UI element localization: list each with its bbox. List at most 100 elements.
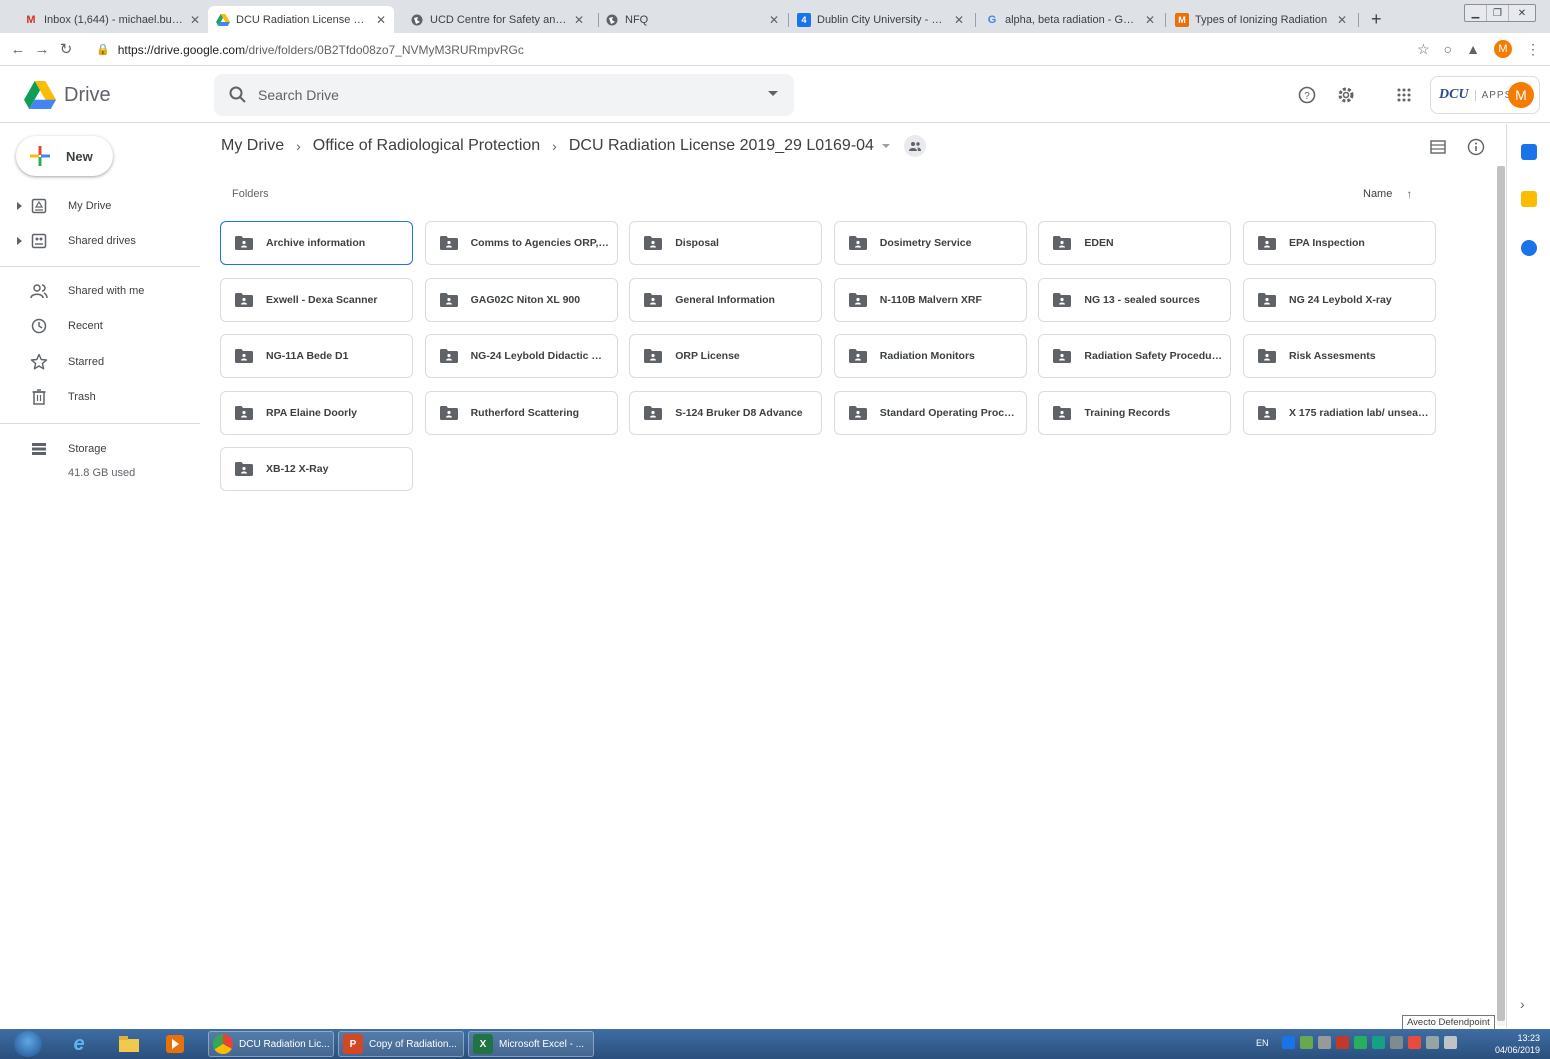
sidebar-item-storage[interactable]: Storage bbox=[0, 435, 200, 463]
new-button[interactable]: New bbox=[16, 136, 113, 176]
sort-by-name[interactable]: Name ↑ bbox=[1363, 187, 1412, 201]
close-icon[interactable]: ✕ bbox=[1145, 13, 1155, 27]
settings-gear-icon[interactable] bbox=[1335, 84, 1357, 106]
tab-gmail[interactable]: M Inbox (1,644) - michael.burke@d ✕ bbox=[16, 6, 208, 33]
chevron-down-icon[interactable] bbox=[881, 144, 890, 148]
help-icon[interactable]: ? bbox=[1296, 84, 1318, 106]
taskbar-app-excel[interactable]: X Microsoft Excel - ... bbox=[468, 1031, 594, 1057]
scrollbar-thumb[interactable] bbox=[1497, 166, 1505, 1021]
folder-card[interactable]: S-124 Bruker D8 Advance bbox=[629, 390, 823, 435]
sort-ascending-icon[interactable]: ↑ bbox=[1406, 187, 1412, 201]
tray-display-icon[interactable] bbox=[1425, 1036, 1439, 1049]
close-window-button[interactable]: ✕ bbox=[1509, 5, 1535, 21]
tab-drive[interactable]: DCU Radiation License 2019_29 L ✕ bbox=[208, 6, 394, 33]
breadcrumb-current-folder[interactable]: DCU Radiation License 2019_29 L0169-04 bbox=[569, 137, 874, 155]
maximize-button[interactable]: ❐ bbox=[1487, 5, 1509, 21]
folder-card[interactable]: Rutherford Scattering bbox=[424, 390, 618, 435]
taskbar-app-chrome[interactable]: DCU Radiation Lic... bbox=[208, 1031, 334, 1057]
volume-icon[interactable] bbox=[1443, 1036, 1457, 1049]
drive-extension-icon[interactable]: ▲ bbox=[1466, 41, 1480, 57]
info-icon[interactable] bbox=[1467, 138, 1485, 156]
folder-card[interactable]: Exwell - Dexa Scanner bbox=[220, 277, 413, 322]
tray-security-icon[interactable] bbox=[1335, 1036, 1349, 1049]
expand-arrow-icon[interactable] bbox=[17, 237, 22, 245]
folder-card[interactable]: NG-24 Leybold Didactic Mo... bbox=[424, 334, 618, 378]
sidebar-item-starred[interactable]: Starred bbox=[0, 348, 200, 376]
system-clock[interactable]: 13:23 04/06/2019 bbox=[1490, 1032, 1540, 1056]
folder-card[interactable]: Radiation Monitors bbox=[833, 334, 1027, 378]
search-options-icon[interactable] bbox=[768, 91, 778, 96]
close-icon[interactable]: ✕ bbox=[190, 13, 200, 27]
sidebar-item-shared-with-me[interactable]: Shared with me bbox=[0, 277, 200, 305]
sidebar-item-my-drive[interactable]: My Drive bbox=[0, 192, 200, 220]
search-input[interactable] bbox=[258, 83, 738, 107]
sidebar-item-recent[interactable]: Recent bbox=[0, 312, 200, 340]
tray-drive-icon[interactable] bbox=[1281, 1036, 1295, 1049]
tray-network-icon[interactable] bbox=[1299, 1036, 1313, 1049]
folder-card[interactable]: GAG02C Niton XL 900 bbox=[424, 277, 618, 322]
minimize-button[interactable]: ▁ bbox=[1465, 5, 1487, 21]
folder-card[interactable]: Archive information bbox=[220, 221, 413, 265]
close-icon[interactable]: ✕ bbox=[376, 13, 386, 27]
apps-grid-icon[interactable] bbox=[1393, 84, 1415, 106]
tab-nfq[interactable]: NFQ ✕ bbox=[597, 6, 787, 33]
tray-update-icon[interactable] bbox=[1353, 1036, 1367, 1049]
list-view-icon[interactable] bbox=[1429, 138, 1447, 156]
start-button[interactable] bbox=[14, 1031, 42, 1057]
account-avatar[interactable]: M bbox=[1508, 82, 1534, 108]
language-indicator[interactable]: EN bbox=[1256, 1038, 1269, 1048]
breadcrumb-my-drive[interactable]: My Drive bbox=[221, 137, 284, 155]
folder-card[interactable]: X 175 radiation lab/ unseal... bbox=[1243, 390, 1436, 435]
search-bar[interactable] bbox=[214, 74, 794, 116]
taskbar-app-powerpoint[interactable]: P Copy of Radiation... bbox=[338, 1031, 464, 1057]
folder-card[interactable]: Risk Assesments bbox=[1243, 334, 1436, 378]
folder-card[interactable]: Disposal bbox=[629, 221, 823, 265]
reload-button[interactable]: ↻ bbox=[54, 40, 78, 58]
folder-card[interactable]: NG 13 - sealed sources bbox=[1038, 277, 1232, 322]
folder-card[interactable]: Standard Operating Proced... bbox=[833, 390, 1027, 435]
browser-menu-icon[interactable]: ⋮ bbox=[1526, 41, 1540, 58]
folder-card[interactable]: RPA Elaine Doorly bbox=[220, 390, 413, 435]
drive-logo[interactable]: Drive bbox=[24, 81, 111, 109]
profile-avatar[interactable]: M bbox=[1494, 40, 1512, 58]
folder-card[interactable]: NG-11A Bede D1 bbox=[220, 334, 413, 378]
tray-sync-icon[interactable] bbox=[1371, 1036, 1385, 1049]
expand-arrow-icon[interactable] bbox=[17, 202, 22, 210]
sidebar-item-trash[interactable]: Trash bbox=[0, 383, 200, 411]
tab-ionizing-radiation[interactable]: M Types of Ionizing Radiation ✕ bbox=[1167, 6, 1355, 33]
tab-ucd[interactable]: UCD Centre for Safety and Health ✕ bbox=[402, 6, 592, 33]
extension-icon[interactable]: ○ bbox=[1444, 41, 1452, 57]
folder-card[interactable]: General Information bbox=[629, 277, 823, 322]
chevron-right-icon[interactable]: › bbox=[1520, 996, 1525, 1012]
close-icon[interactable]: ✕ bbox=[1337, 13, 1347, 27]
folder-card[interactable]: Dosimetry Service bbox=[833, 221, 1027, 265]
tab-google-search[interactable]: G alpha, beta radiation - Google Se ✕ bbox=[977, 6, 1163, 33]
folder-card[interactable]: XB-12 X-Ray bbox=[220, 447, 413, 491]
tray-bluetooth-icon[interactable] bbox=[1317, 1036, 1331, 1049]
url-field[interactable]: 🔒 https://drive.google.com /drive/folder… bbox=[96, 38, 1386, 61]
internet-explorer-icon[interactable]: e bbox=[68, 1033, 90, 1055]
folder-card[interactable]: Comms to Agencies ORP, D... bbox=[424, 221, 618, 265]
tray-filter-icon[interactable] bbox=[1389, 1036, 1403, 1049]
folder-card[interactable]: Radiation Safety Procedures bbox=[1038, 334, 1232, 378]
folder-card[interactable]: EPA Inspection bbox=[1243, 221, 1436, 265]
media-player-icon[interactable] bbox=[164, 1033, 186, 1055]
back-button[interactable]: ← bbox=[6, 41, 30, 58]
keep-addon-icon[interactable] bbox=[1521, 191, 1537, 207]
calendar-addon-icon[interactable] bbox=[1521, 144, 1537, 160]
tasks-addon-icon[interactable] bbox=[1521, 240, 1537, 256]
folder-card[interactable]: EDEN bbox=[1038, 221, 1232, 265]
folder-card[interactable]: ORP License bbox=[629, 334, 823, 378]
close-icon[interactable]: ✕ bbox=[954, 13, 964, 27]
forward-button[interactable]: → bbox=[30, 41, 54, 58]
folder-card[interactable]: N-110B Malvern XRF bbox=[833, 277, 1027, 322]
breadcrumb-office-of-radiological-protection[interactable]: Office of Radiological Protection bbox=[313, 137, 540, 155]
folder-card[interactable]: NG 24 Leybold X-ray bbox=[1243, 277, 1436, 322]
tab-calendar[interactable]: 4 Dublin City University - Calendar ✕ bbox=[789, 6, 972, 33]
tray-alert-icon[interactable] bbox=[1407, 1036, 1421, 1049]
new-tab-button[interactable]: + bbox=[1371, 9, 1382, 30]
shared-people-icon[interactable] bbox=[903, 135, 926, 157]
bookmark-star-icon[interactable]: ☆ bbox=[1417, 41, 1430, 58]
search-icon[interactable] bbox=[228, 85, 248, 105]
close-icon[interactable]: ✕ bbox=[574, 13, 584, 27]
